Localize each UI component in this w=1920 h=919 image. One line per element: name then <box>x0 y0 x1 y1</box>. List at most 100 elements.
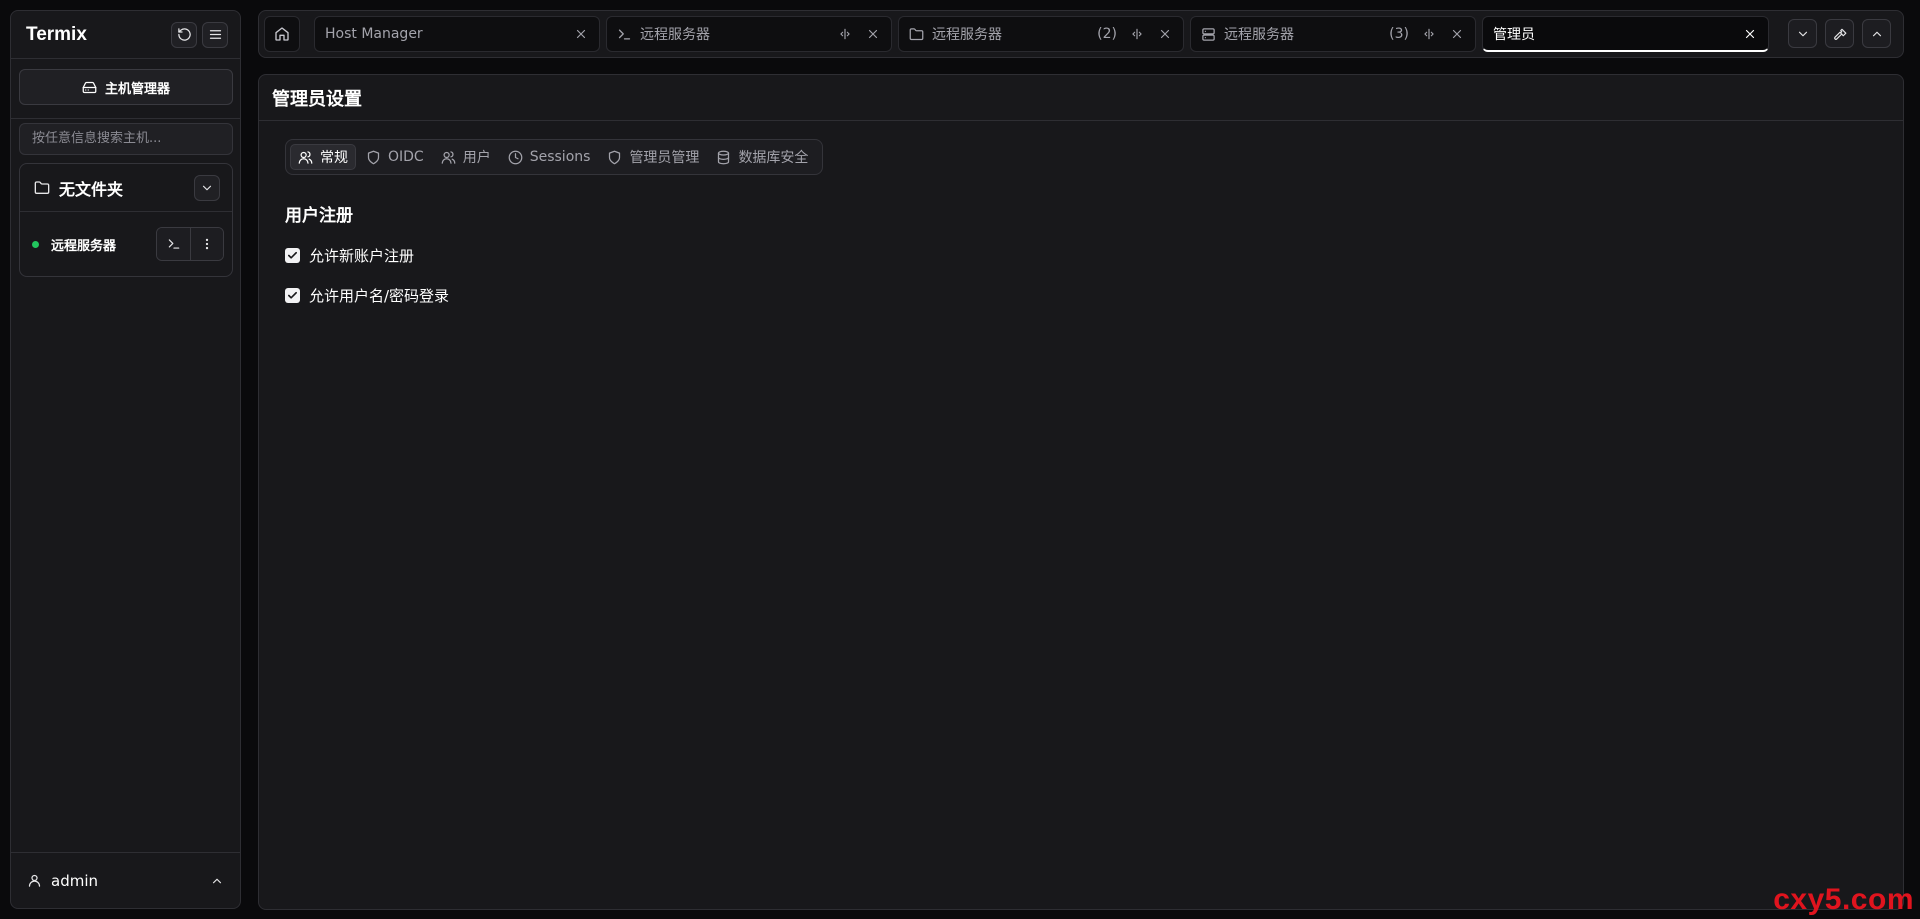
split-icon <box>1132 28 1142 40</box>
collapse-topbar-button[interactable] <box>1862 19 1891 48</box>
more-vertical-icon <box>205 238 209 250</box>
status-dot <box>32 240 39 248</box>
close-tab-button[interactable] <box>573 26 589 42</box>
split-tab-button[interactable] <box>837 26 853 42</box>
close-tab-button[interactable] <box>1449 26 1465 42</box>
home-tab[interactable] <box>264 16 300 52</box>
close-icon <box>1160 29 1170 39</box>
user-icon <box>28 874 41 887</box>
close-tab-button[interactable] <box>1742 26 1758 42</box>
hammer-icon <box>1833 28 1846 40</box>
tab-count: (3) <box>1389 26 1409 42</box>
tab-sessions[interactable]: Sessions <box>501 144 598 170</box>
hard-drive-icon <box>82 81 97 93</box>
close-icon <box>1745 29 1755 38</box>
sidebar: Termix 主机管理器 按任意信息搜索主机... 无文件夹 远程服务器 adm… <box>10 10 241 909</box>
chevron-up-icon <box>212 878 222 883</box>
split-tab-button[interactable] <box>1421 26 1437 42</box>
users-icon <box>298 150 313 164</box>
tab-count: (2) <box>1097 26 1117 42</box>
server-icon <box>1202 27 1215 41</box>
tab-label: Sessions <box>529 149 591 165</box>
allow-registration-checkbox[interactable] <box>285 248 300 263</box>
host-name: 远程服务器 <box>51 238 117 254</box>
tab-list-dropdown-button[interactable] <box>1788 19 1817 48</box>
close-icon <box>868 29 878 39</box>
tab-label: 管理员管理 <box>629 150 700 166</box>
chevron-up-icon <box>1872 31 1881 36</box>
host-actions <box>156 227 224 261</box>
close-icon <box>1452 29 1462 39</box>
check-icon <box>288 291 297 299</box>
tab-label: 远程服务器 <box>640 27 710 43</box>
tab-terminal[interactable]: 远程服务器 <box>606 16 892 52</box>
tools-button[interactable] <box>1825 19 1854 48</box>
chevron-down-icon <box>202 185 212 190</box>
tab-label: 数据库安全 <box>738 150 809 166</box>
host-list-item[interactable]: 远程服务器 <box>20 212 232 276</box>
host-manager-label: 主机管理器 <box>104 81 170 97</box>
split-tab-button[interactable] <box>1129 26 1145 42</box>
folder-icon <box>34 180 50 194</box>
tab-label: Host Manager <box>325 26 423 42</box>
split-icon <box>840 28 850 40</box>
refresh-icon <box>177 28 191 41</box>
close-icon <box>576 29 586 39</box>
tab-admin-management[interactable]: 管理员管理 <box>600 144 706 170</box>
tab-general[interactable]: 常规 <box>290 144 356 170</box>
menu-button[interactable] <box>202 21 228 48</box>
menu-icon <box>209 30 221 39</box>
user-menu[interactable]: admin <box>11 852 240 908</box>
split-icon <box>1424 28 1434 40</box>
allow-password-login-checkbox[interactable] <box>285 288 300 303</box>
option-label: 允许新账户注册 <box>309 247 415 265</box>
folder-title: 无文件夹 <box>59 179 124 199</box>
tab-database-security[interactable]: 数据库安全 <box>709 144 815 170</box>
tab-admin[interactable]: 管理员 <box>1482 16 1769 52</box>
tab-bar: Host Manager 远程服务器 远程服务器 (2) 远程服务器 (3) 管… <box>258 10 1904 58</box>
shield-icon <box>367 150 380 164</box>
panel-header: 管理员设置 <box>259 75 1903 121</box>
close-tab-button[interactable] <box>865 26 881 42</box>
users-icon <box>441 150 456 164</box>
settings-tabs: 常规 OIDC 用户 Sessions 管理员管理 数据库安全 <box>285 139 824 175</box>
tab-label: 远程服务器 <box>1224 27 1294 43</box>
check-icon <box>288 251 297 259</box>
open-terminal-button[interactable] <box>157 228 190 260</box>
folder-card: 无文件夹 远程服务器 <box>19 163 233 277</box>
folder-header: 无文件夹 <box>20 164 232 212</box>
sidebar-header: Termix <box>11 11 240 59</box>
shield-icon <box>609 150 621 164</box>
host-manager-button[interactable]: 主机管理器 <box>19 69 233 105</box>
tab-server-stats[interactable]: 远程服务器 (3) <box>1190 16 1476 52</box>
tab-users[interactable]: 用户 <box>434 144 498 170</box>
divider <box>11 118 240 119</box>
tab-label: OIDC <box>388 149 424 165</box>
option-label: 允许用户名/密码登录 <box>309 287 450 305</box>
app-brand: Termix <box>26 23 87 45</box>
admin-settings-panel: 管理员设置 常规 OIDC 用户 Sessions 管理员管理 数据库安全 用户… <box>258 74 1904 910</box>
watermark: cxy5.com <box>1773 883 1914 916</box>
tab-label: 用户 <box>462 150 491 166</box>
tab-label: 管理员 <box>1493 26 1535 43</box>
terminal-icon <box>168 239 179 249</box>
allow-password-login-option[interactable]: 允许用户名/密码登录 <box>285 285 449 306</box>
tab-label: 常规 <box>320 150 348 166</box>
database-icon <box>718 150 730 164</box>
close-tab-button[interactable] <box>1157 26 1173 42</box>
folder-icon <box>909 27 924 40</box>
folder-collapse-button[interactable] <box>194 174 220 201</box>
section-title: 用户注册 <box>285 206 353 226</box>
tab-file-manager[interactable]: 远程服务器 (2) <box>898 16 1184 52</box>
tab-label: 远程服务器 <box>932 27 1002 43</box>
chevron-down-icon <box>1798 31 1807 36</box>
terminal-icon <box>618 29 631 39</box>
host-more-button[interactable] <box>190 228 223 260</box>
user-name: admin <box>51 871 98 890</box>
tab-oidc[interactable]: OIDC <box>359 144 431 170</box>
allow-registration-option[interactable]: 允许新账户注册 <box>285 245 414 266</box>
refresh-button[interactable] <box>171 21 197 48</box>
clock-icon <box>508 150 523 164</box>
tab-host-manager[interactable]: Host Manager <box>314 16 600 52</box>
search-input[interactable]: 按任意信息搜索主机... <box>19 123 233 155</box>
